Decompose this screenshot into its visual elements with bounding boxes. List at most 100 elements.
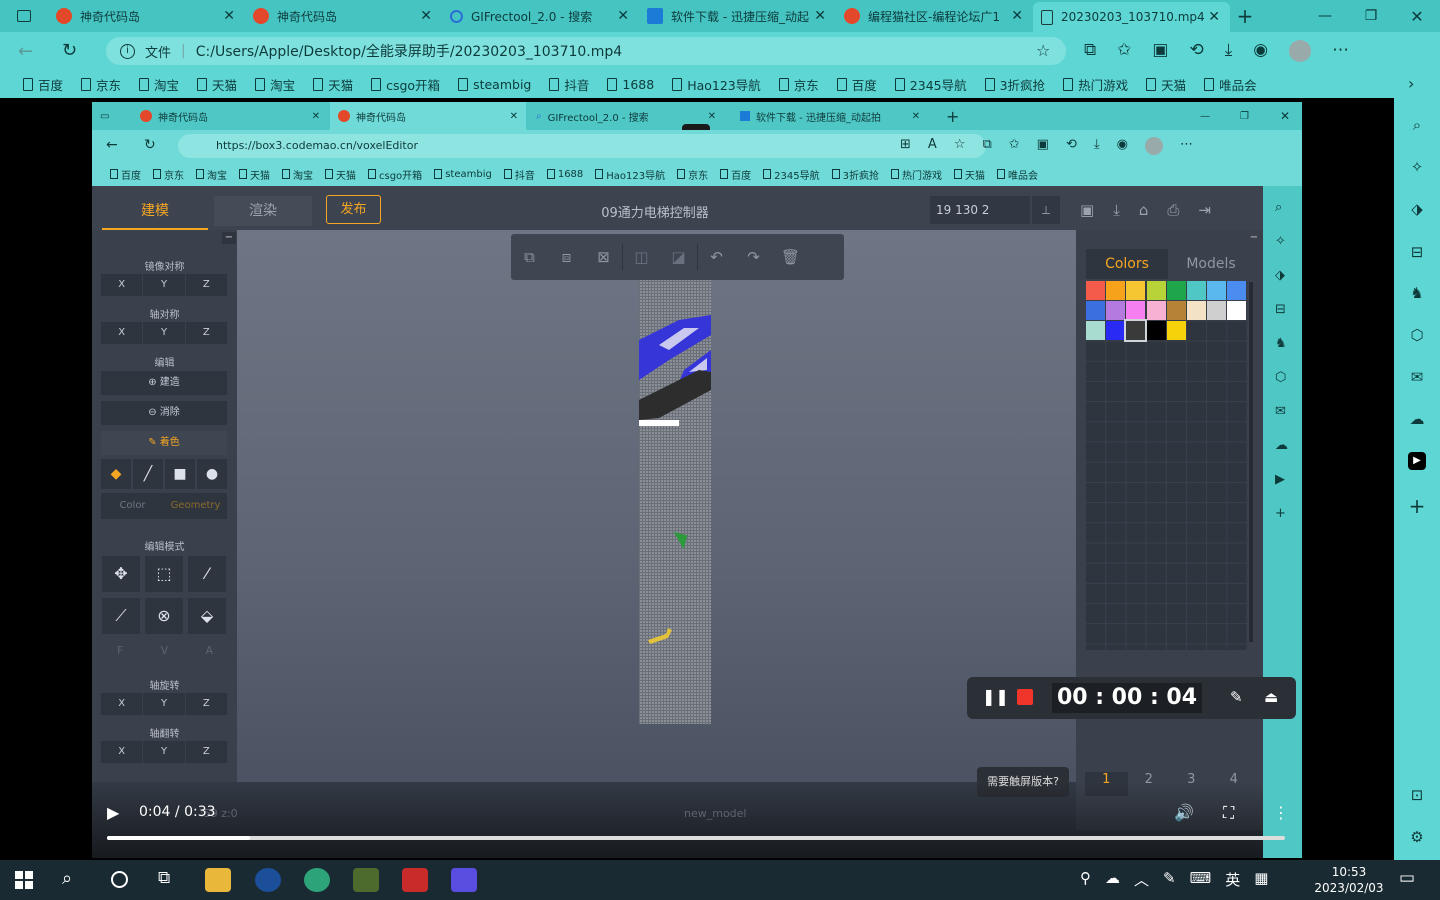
sidebar-toolbox-icon[interactable]: ⊟ [1408,243,1426,261]
address-bar[interactable]: i 文件 | C:/Users/Apple/Desktop/全能录屏助手/202… [106,37,1066,65]
clock[interactable]: 10:53 2023/02/03 [1304,864,1394,896]
ime-lang[interactable]: 英 [1225,869,1240,890]
inner-bar-icon: ◉ [1116,137,1128,152]
bookmark-item[interactable]: 热门游戏 [1056,75,1135,94]
collections-icon[interactable]: ▣ [1152,40,1168,62]
restore-icon[interactable]: ❐ [1348,8,1394,24]
bookmark-item[interactable]: 唯品会 [1197,75,1264,94]
close-icon[interactable]: ✕ [617,8,629,24]
notifications-icon[interactable]: ▭ [1399,868,1415,888]
bookmark-item[interactable]: 天猫 [1139,75,1193,94]
outer-tab-5[interactable]: 编程猫社区-编程论坛广1 ✕ [836,0,1033,32]
new-tab-icon[interactable]: + [1230,4,1260,28]
outer-tab-4[interactable]: 软件下载 - 迅捷压缩_动起 ✕ [639,0,836,32]
inner-minimize-icon: — [1200,110,1210,122]
fullscreen-icon[interactable]: ⛶ [1223,803,1234,823]
sidebar-cloud-icon[interactable]: ☁ [1408,410,1426,428]
bookmark-item[interactable]: 百度 [16,75,70,94]
close-icon[interactable]: ✕ [420,8,432,24]
close-icon[interactable]: ✕ [223,8,235,24]
edge-bar-icon[interactable]: ◉ [1253,40,1268,62]
outer-tab-2[interactable]: 神奇代码岛 ✕ [245,0,442,32]
task-view-icon[interactable]: ⧉ [158,868,170,888]
sidebar-outlook-icon[interactable]: ✉ [1408,368,1426,386]
sidebar-settings-icon[interactable]: ⚙ [1408,828,1426,846]
sidebar-search-icon[interactable]: ⌕ [1408,116,1426,134]
bookmark-item[interactable]: 1688 [600,77,661,92]
tray-expand-icon[interactable]: ︿ [1134,869,1149,890]
bookmark-item[interactable]: 京东 [74,75,128,94]
taskbar-search-icon[interactable]: ⌕ [62,868,72,889]
weather-icon[interactable]: ☁ [1105,869,1120,890]
tab-actions-icon[interactable] [0,0,48,32]
close-icon[interactable]: ✕ [1011,8,1023,24]
bookmark-item[interactable]: 京东 [772,75,826,94]
pen-icon[interactable]: ✎ [1230,688,1243,706]
refresh-icon[interactable]: ↻ [62,40,77,61]
sidebar-copilot-icon[interactable]: ✧ [1408,158,1426,176]
history-icon[interactable]: ⟲ [1189,40,1203,62]
back-icon[interactable]: ← [18,41,33,62]
outer-tab-3[interactable]: GIFrectool_2.0 - 搜索 ✕ [442,0,639,32]
edge-icon[interactable] [304,868,330,892]
sidebar-office-icon[interactable]: ⬡ [1408,326,1426,344]
pen-tray-icon[interactable]: ✎ [1163,869,1176,890]
bookmarks-overflow-icon[interactable]: › [1408,74,1414,93]
stop-button[interactable] [1017,689,1033,705]
page-icon [196,169,204,179]
bookmark-item[interactable]: 天猫 [306,75,360,94]
pause-button[interactable]: ❚❚ [982,687,1009,707]
inner-add-icon: + [1275,506,1286,521]
seek-bar[interactable] [107,836,1285,840]
play-button[interactable]: ▶ [107,803,119,822]
avatar[interactable] [1289,40,1312,62]
volume-icon[interactable]: 🔊 [1174,803,1194,822]
sidebar-add-icon[interactable]: + [1408,496,1426,516]
outer-tab-1[interactable]: 神奇代码岛 ✕ [48,0,245,32]
app-icon-4[interactable] [353,868,379,892]
inner-office-icon: ⬡ [1275,370,1287,385]
bookmark-item[interactable]: 淘宝 [248,75,302,94]
bookmark-item[interactable]: 百度 [830,75,884,94]
minimize-icon[interactable]: — [1302,8,1348,24]
file-explorer-icon[interactable] [205,868,231,892]
bookmark-item[interactable]: 2345导航 [888,75,974,94]
outer-tab-6[interactable]: 20230203_103710.mp4 ✕ [1033,2,1230,32]
bookmark-item[interactable]: 抖音 [542,75,596,94]
keyboard-icon[interactable]: ⌨ [1190,869,1212,890]
inner-address-bar: https://box3.codemao.cn/voxelEditor [178,134,986,158]
ime-grid-icon[interactable]: ▦ [1254,869,1268,890]
video-player-icon[interactable] [451,868,477,892]
recorder-app-icon[interactable] [402,868,428,892]
download-icon[interactable]: ⤓ [1225,40,1233,62]
close-icon[interactable]: ✕ [814,8,826,24]
bookmark-item[interactable]: 天猫 [190,75,244,94]
bookmark-item[interactable]: 淘宝 [132,75,186,94]
camera-icon[interactable]: ⏏ [1264,688,1278,706]
favorite-star-icon[interactable]: ☆ [1036,41,1050,60]
bookmark-item[interactable]: steambig [451,77,538,92]
more-icon[interactable]: ⋯ [1332,40,1349,62]
start-icon[interactable] [15,871,33,889]
bookmark-item[interactable]: 3折疯抢 [978,75,1052,94]
inner-tab-2: 神奇代码岛 ✕ [330,102,526,130]
line-icon: ╱ [133,459,163,489]
sidebar-youtube-icon[interactable]: ▶ [1408,452,1426,470]
open-folder-icon: ⌂ [1138,201,1149,219]
bookmark-item[interactable]: csgo开箱 [364,75,447,94]
close-window-icon[interactable]: ✕ [1394,7,1440,26]
bookmark-item[interactable]: Hao123导航 [665,75,768,94]
tray-icons: ⚲ ☁ ︿ ✎ ⌨ 英 ▦ [1080,869,1268,890]
cortana-icon[interactable] [111,871,128,888]
inner-fav-icon: ✩ [1008,137,1020,152]
inner-back-icon: ← [106,137,118,153]
sidebar-games-icon[interactable]: ♞ [1408,284,1426,302]
extensions-icon[interactable]: ⧉ [1084,40,1096,62]
app-icon-2[interactable] [255,868,281,892]
close-icon[interactable]: ✕ [1208,9,1220,25]
video-more-icon[interactable]: ⋮ [1273,803,1289,822]
people-icon[interactable]: ⚲ [1080,869,1091,890]
favorites-icon[interactable]: ✩ [1117,40,1131,62]
sidebar-tag-icon[interactable]: ⬗ [1408,200,1426,218]
sidebar-panel-icon[interactable]: ⊡ [1408,786,1426,804]
